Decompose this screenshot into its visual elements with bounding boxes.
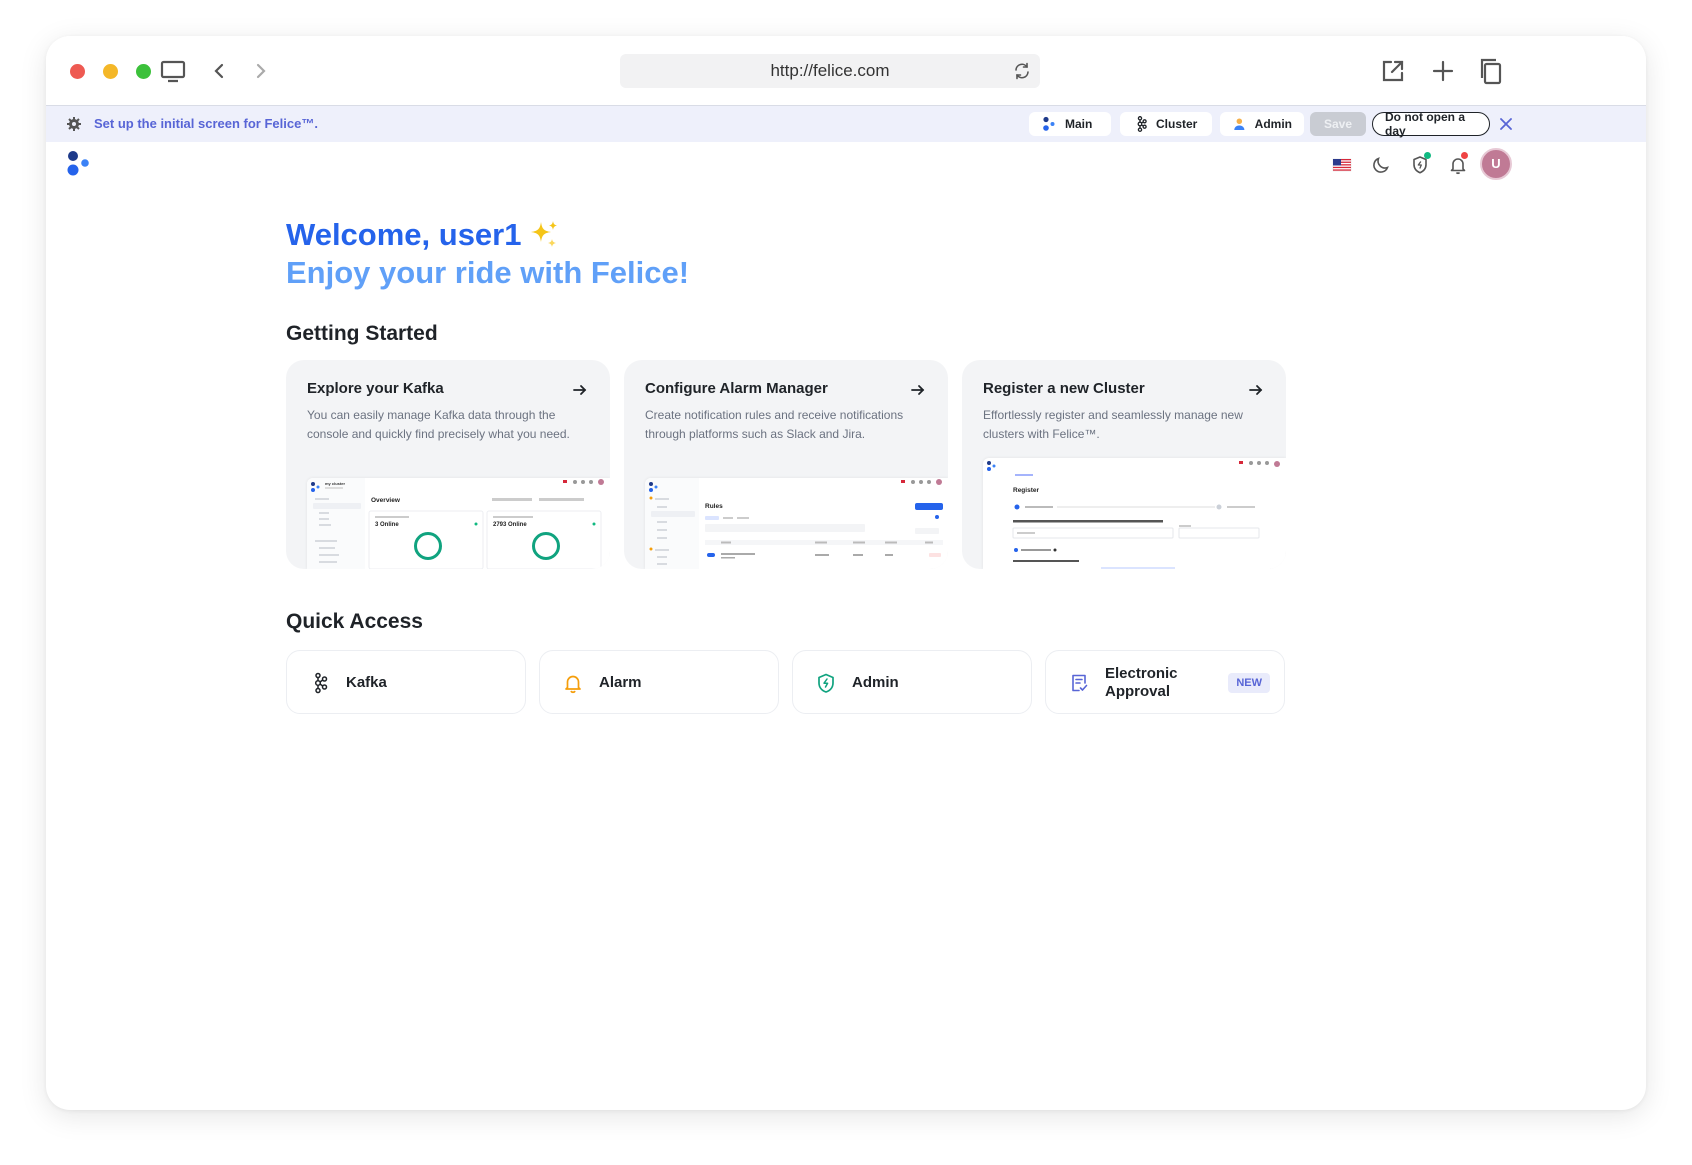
save-button[interactable]: Save	[1310, 112, 1366, 136]
admin-button[interactable]: Admin	[1220, 112, 1304, 136]
moon-icon[interactable]	[1370, 154, 1392, 176]
avatar[interactable]: U	[1480, 148, 1512, 180]
getting-started-title: Getting Started	[286, 322, 438, 345]
shield-icon	[815, 672, 837, 694]
quick-access-label: Alarm	[599, 674, 642, 691]
browser-window: http://felice.com Set up the initial scr…	[46, 36, 1646, 1110]
arrow-right-icon[interactable]	[910, 382, 926, 398]
kafka-icon	[1137, 116, 1147, 132]
welcome-heading: Welcome, user1 Enjoy your ride with Feli…	[286, 216, 689, 292]
card-description: You can easily manage Kafka data through…	[307, 408, 570, 441]
felice-logo-icon	[1043, 116, 1055, 131]
arrow-right-icon[interactable]	[1248, 382, 1264, 398]
kafka-overview-preview: my cluster Overview 3 Online 2793 Online	[307, 478, 610, 569]
cluster-button[interactable]: Cluster	[1120, 112, 1212, 136]
url-text: http://felice.com	[770, 61, 890, 80]
back-icon[interactable]	[204, 56, 234, 86]
quick-access-electronic-approval[interactable]: Electronic Approval NEW	[1045, 650, 1285, 714]
card-explore-kafka[interactable]: Explore your Kafka You can easily manage…	[286, 360, 610, 569]
forward-icon[interactable]	[246, 56, 276, 86]
quick-access-title: Quick Access	[286, 610, 423, 633]
close-icon[interactable]	[1498, 116, 1514, 132]
new-tab-icon[interactable]	[1428, 56, 1458, 86]
kafka-icon	[309, 672, 331, 694]
browser-toolbar: http://felice.com	[46, 36, 1646, 106]
quick-access-label: Electronic Approval	[1105, 665, 1178, 700]
felice-logo-icon[interactable]	[66, 150, 92, 178]
do-not-open-button[interactable]: Do not open a day	[1372, 110, 1490, 138]
alarm-rules-preview: Rules	[645, 478, 948, 569]
card-title: Register a new Cluster	[983, 380, 1145, 397]
tabs-overview-icon[interactable]	[1476, 56, 1506, 86]
cluster-button-label: Cluster	[1156, 117, 1198, 131]
sidebar-toggle-icon[interactable]	[158, 56, 188, 86]
admin-user-icon	[1234, 118, 1245, 130]
bell-icon	[562, 672, 584, 694]
new-badge: NEW	[1228, 673, 1270, 693]
preview-stat-online: 3 Online	[375, 522, 399, 528]
shield-status-badge	[1424, 152, 1431, 159]
preview-heading: Register	[1013, 487, 1039, 494]
quick-access-alarm[interactable]: Alarm	[539, 650, 779, 714]
quick-access-label: Admin	[852, 674, 899, 691]
welcome-subtitle: Enjoy your ride with Felice!	[286, 255, 690, 290]
welcome-text: Welcome, user1	[286, 217, 522, 252]
reload-icon[interactable]	[1012, 61, 1032, 81]
card-description: Create notification rules and receive no…	[645, 408, 904, 441]
close-window-button[interactable]	[70, 64, 85, 79]
flag-us-icon[interactable]	[1331, 154, 1353, 176]
preview-stat-online-2: 2793 Online	[493, 522, 527, 528]
notification-badge	[1461, 152, 1468, 159]
arrow-right-icon[interactable]	[572, 382, 588, 398]
address-bar[interactable]: http://felice.com	[620, 54, 1040, 88]
quick-access-kafka[interactable]: Kafka	[286, 650, 526, 714]
card-description: Effortlessly register and seamlessly man…	[983, 408, 1243, 441]
card-register-cluster[interactable]: Register a new Cluster Effortlessly regi…	[962, 360, 1286, 569]
register-cluster-preview: Register	[983, 458, 1286, 569]
admin-button-label: Admin	[1254, 117, 1292, 131]
preview-cluster-name: my cluster	[325, 481, 345, 486]
minimize-window-button[interactable]	[103, 64, 118, 79]
quick-access-label: Kafka	[346, 674, 387, 691]
open-external-icon[interactable]	[1378, 56, 1408, 86]
banner-message: Set up the initial screen for Felice™.	[94, 116, 318, 131]
sparkle-icon	[527, 218, 561, 252]
preview-heading: Rules	[705, 503, 723, 510]
gear-icon	[66, 116, 82, 132]
main-button[interactable]: Main	[1029, 112, 1111, 136]
setup-banner: Set up the initial screen for Felice™. M…	[46, 106, 1646, 142]
document-check-icon	[1068, 672, 1090, 694]
preview-heading: Overview	[371, 497, 401, 504]
maximize-window-button[interactable]	[136, 64, 151, 79]
card-title: Explore your Kafka	[307, 380, 444, 397]
quick-access-admin[interactable]: Admin	[792, 650, 1032, 714]
main-button-label: Main	[1065, 117, 1093, 131]
card-title: Configure Alarm Manager	[645, 380, 828, 397]
welcome-line: Welcome, user1	[286, 216, 689, 254]
card-configure-alarm[interactable]: Configure Alarm Manager Create notificat…	[624, 360, 948, 569]
